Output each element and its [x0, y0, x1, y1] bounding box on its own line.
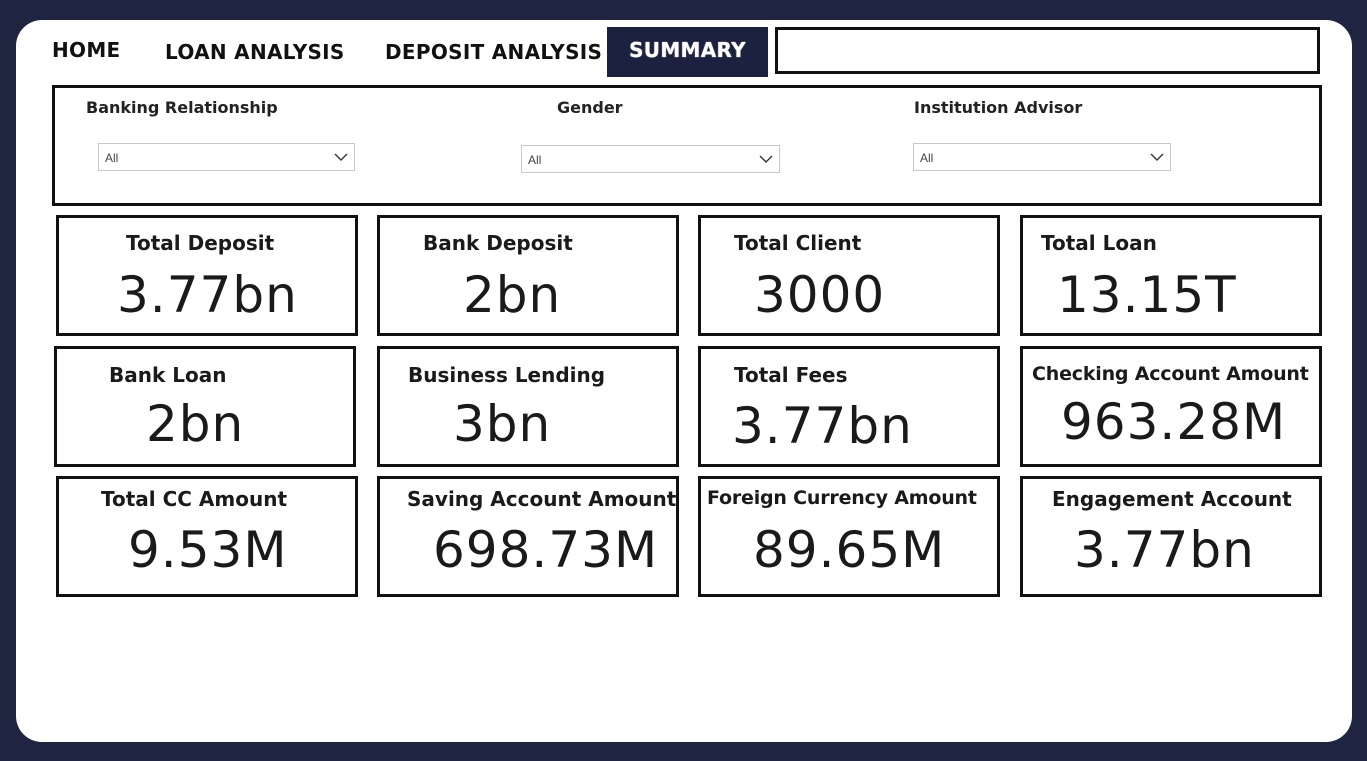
kpi-card-bank-loan: Bank Loan 2bn	[54, 346, 356, 467]
kpi-card-total-cc-amount: Total CC Amount 9.53M	[56, 476, 358, 597]
banking-relationship-dropdown[interactable]: All	[98, 143, 355, 171]
card-value: 698.73M	[433, 521, 659, 579]
institution-advisor-dropdown[interactable]: All	[913, 143, 1171, 171]
card-label: Total CC Amount	[101, 487, 288, 511]
card-label: Engagement Account	[1052, 487, 1292, 511]
tab-deposit-analysis[interactable]: DEPOSIT ANALYSIS	[385, 28, 602, 76]
card-label: Bank Loan	[109, 363, 227, 387]
chevron-down-icon	[759, 155, 773, 163]
dropdown-value: All	[528, 153, 542, 167]
card-value: 3.77bn	[732, 397, 913, 455]
chevron-down-icon	[334, 153, 348, 161]
card-label: Total Loan	[1041, 231, 1157, 255]
kpi-card-engagement-account: Engagement Account 3.77bn	[1020, 476, 1322, 597]
slicer-title-institution-advisor: Institution Advisor	[914, 98, 1083, 117]
card-label: Bank Deposit	[423, 231, 573, 255]
card-label: Total Deposit	[126, 231, 275, 255]
dropdown-value: All	[105, 151, 119, 165]
gender-dropdown[interactable]: All	[521, 145, 780, 173]
kpi-card-business-lending: Business Lending 3bn	[377, 346, 679, 467]
card-value: 9.53M	[128, 521, 288, 579]
card-value: 2bn	[463, 266, 562, 324]
card-label: Checking Account Amount	[1032, 363, 1309, 385]
card-value: 2bn	[146, 395, 245, 453]
slicer-title-gender: Gender	[557, 98, 623, 117]
kpi-card-total-fees: Total Fees 3.77bn	[698, 346, 1000, 467]
kpi-card-total-client: Total Client 3000	[698, 215, 1000, 336]
card-label: Saving Account Amount	[407, 487, 677, 511]
card-value: 3.77bn	[117, 266, 298, 324]
card-value: 3bn	[453, 395, 552, 453]
card-value: 89.65M	[753, 521, 946, 579]
card-label: Total Fees	[734, 363, 848, 387]
kpi-card-bank-deposit: Bank Deposit 2bn	[377, 215, 679, 336]
card-value: 963.28M	[1061, 393, 1287, 451]
kpi-card-checking-account-amount: Checking Account Amount 963.28M	[1020, 346, 1322, 467]
kpi-card-total-deposit: Total Deposit 3.77bn	[56, 215, 358, 336]
tab-home[interactable]: HOME	[52, 26, 121, 74]
card-value: 3.77bn	[1074, 521, 1255, 579]
dropdown-value: All	[920, 151, 934, 165]
kpi-card-total-loan: Total Loan 13.15T	[1020, 215, 1322, 336]
slicer-title-banking-relationship: Banking Relationship	[86, 98, 278, 117]
kpi-card-foreign-currency-amount: Foreign Currency Amount 89.65M	[698, 476, 1000, 597]
card-label: Foreign Currency Amount	[707, 487, 977, 509]
chevron-down-icon	[1150, 153, 1164, 161]
tab-summary[interactable]: SUMMARY	[607, 27, 768, 77]
card-label: Total Client	[734, 231, 862, 255]
card-value: 3000	[754, 266, 886, 324]
card-value: 13.15T	[1057, 266, 1237, 324]
card-label: Business Lending	[408, 363, 606, 387]
search-box[interactable]	[775, 27, 1320, 74]
kpi-card-saving-account-amount: Saving Account Amount 698.73M	[377, 476, 679, 597]
tab-loan-analysis[interactable]: LOAN ANALYSIS	[165, 28, 345, 76]
